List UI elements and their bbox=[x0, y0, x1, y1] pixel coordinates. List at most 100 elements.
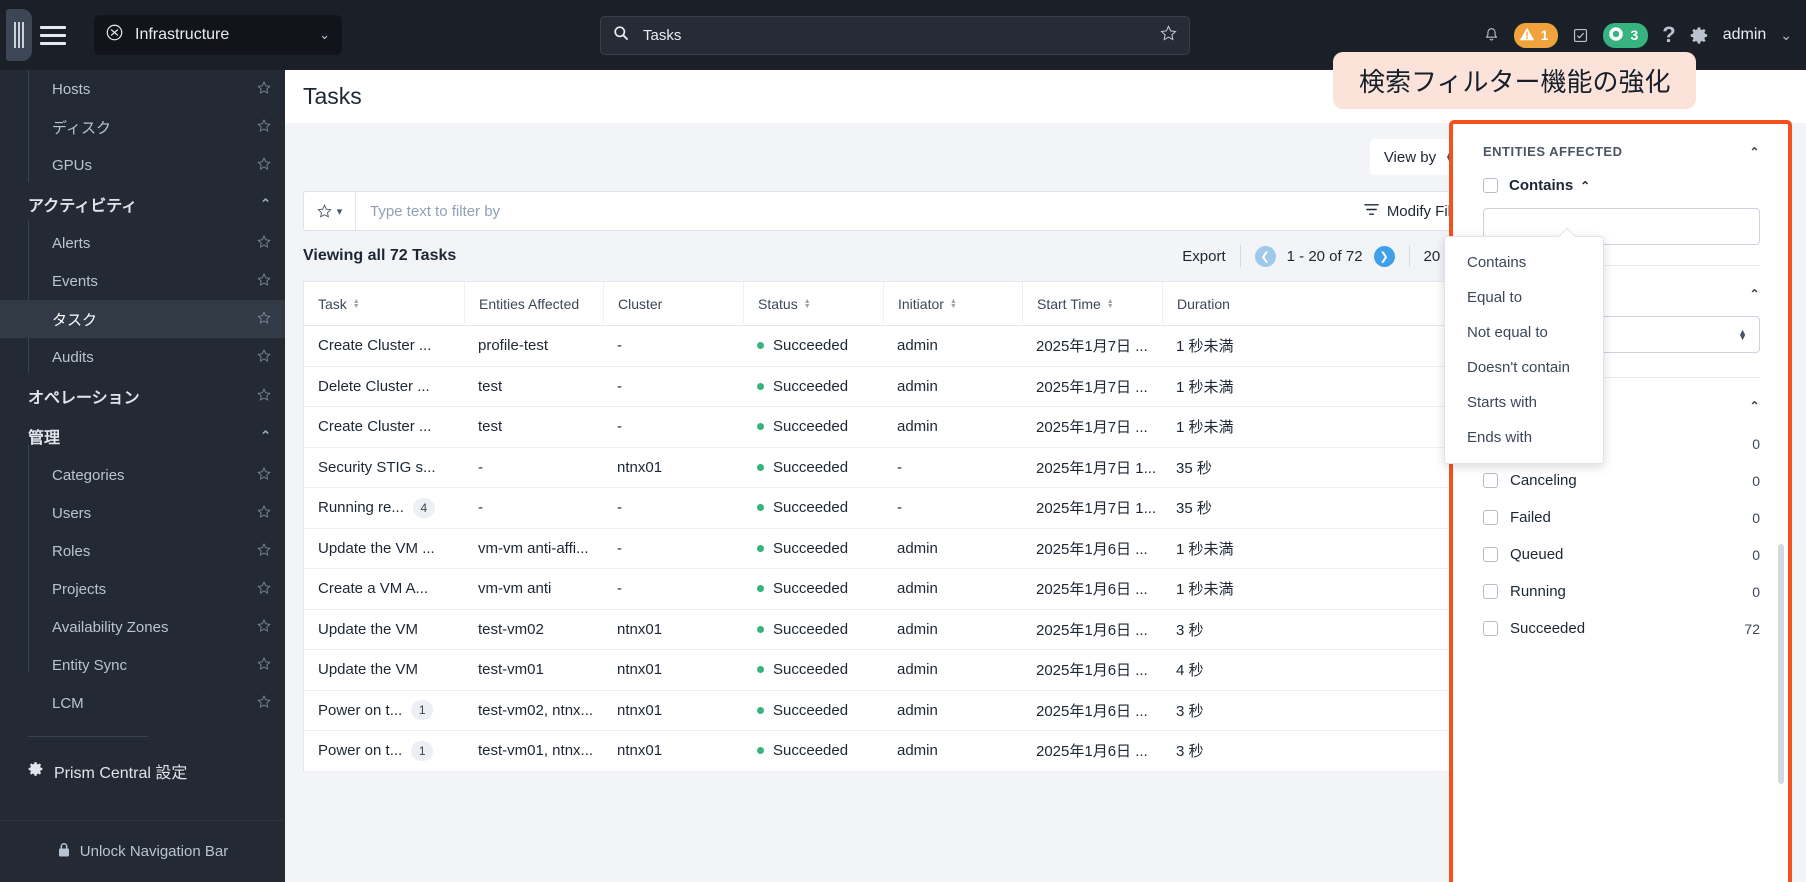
status-option-canceling[interactable]: Canceling 0 bbox=[1483, 464, 1760, 497]
column-header-entities-affected[interactable]: Entities Affected bbox=[464, 281, 603, 326]
nav-handle[interactable] bbox=[6, 9, 32, 61]
dropdown-option-contains[interactable]: Contains bbox=[1445, 245, 1603, 280]
cell-task[interactable]: Create Cluster ... bbox=[304, 418, 464, 435]
status-checkbox[interactable] bbox=[1483, 547, 1498, 562]
star-outline-icon[interactable] bbox=[257, 80, 271, 98]
cell-task[interactable]: Create Cluster ... bbox=[304, 337, 464, 354]
sidebar-item-hosts[interactable]: Hosts bbox=[0, 70, 285, 108]
star-outline-icon[interactable] bbox=[257, 387, 271, 405]
gear-icon[interactable] bbox=[1690, 26, 1709, 45]
sidebar-item-gpus[interactable]: GPUs bbox=[0, 146, 285, 184]
chevron-up-icon[interactable]: ⌃ bbox=[1749, 399, 1760, 413]
sidebar-item-projects[interactable]: Projects bbox=[0, 570, 285, 608]
sidebar-group-item-9[interactable]: 管理 ⌃ bbox=[0, 416, 285, 456]
table-row[interactable]: Power on t... 1 test-vm01, ntnx... ntnx01 Su… bbox=[304, 731, 1492, 772]
star-outline-icon[interactable] bbox=[257, 542, 271, 560]
bell-icon[interactable] bbox=[1483, 27, 1500, 44]
entities-affected-checkbox[interactable] bbox=[1483, 178, 1498, 193]
dropdown-option-doesn-t-contain[interactable]: Doesn't contain bbox=[1445, 350, 1603, 385]
global-search-bar[interactable]: Tasks bbox=[600, 16, 1190, 55]
star-outline-icon[interactable] bbox=[257, 580, 271, 598]
sidebar-group-item-3[interactable]: アクティビティ ⌃ bbox=[0, 184, 285, 224]
alert-badge[interactable]: 1 bbox=[1513, 22, 1559, 48]
chevron-right-icon[interactable]: ❯ bbox=[1373, 245, 1395, 267]
star-outline-icon[interactable] bbox=[257, 618, 271, 636]
sidebar-item-alerts[interactable]: Alerts bbox=[0, 224, 285, 262]
star-outline-icon[interactable] bbox=[257, 156, 271, 174]
star-outline-icon[interactable] bbox=[257, 466, 271, 484]
star-outline-icon[interactable] bbox=[257, 504, 271, 522]
cell-task[interactable]: Delete Cluster ... bbox=[304, 378, 464, 395]
star-outline-icon[interactable] bbox=[257, 272, 271, 290]
task-badge[interactable]: 3 bbox=[1603, 22, 1649, 48]
entities-operator-button[interactable]: Contains ⌃ bbox=[1509, 177, 1590, 194]
cell-task[interactable]: Running re... 4 bbox=[304, 497, 464, 518]
cell-task[interactable]: Create a VM A... bbox=[304, 580, 464, 597]
column-header-duration[interactable]: Duration bbox=[1162, 281, 1302, 326]
sidebar-item-categories[interactable]: Categories bbox=[0, 456, 285, 494]
status-checkbox[interactable] bbox=[1483, 510, 1498, 525]
chevron-up-icon[interactable]: ⌃ bbox=[1749, 145, 1760, 159]
saved-filters-button[interactable]: ▾ bbox=[304, 192, 356, 230]
status-option-queued[interactable]: Queued 0 bbox=[1483, 538, 1760, 571]
sidebar-item-users[interactable]: Users bbox=[0, 494, 285, 532]
column-header-start-time[interactable]: Start Time ▲ ▼ bbox=[1022, 281, 1162, 326]
column-header-task[interactable]: Task ▲ ▼ bbox=[304, 282, 464, 326]
filter-panel-scrollbar[interactable] bbox=[1778, 544, 1784, 784]
cell-task[interactable]: Security STIG s... bbox=[304, 459, 464, 476]
filter-text-input[interactable]: Type text to filter by bbox=[356, 203, 1348, 220]
sidebar-item-item-1[interactable]: ディスク bbox=[0, 108, 285, 146]
sidebar-item-roles[interactable]: Roles bbox=[0, 532, 285, 570]
dropdown-option-equal-to[interactable]: Equal to bbox=[1445, 280, 1603, 315]
star-outline-icon[interactable] bbox=[257, 348, 271, 366]
chevron-up-icon[interactable]: ⌃ bbox=[260, 196, 271, 212]
cell-task[interactable]: Update the VM ... bbox=[304, 540, 464, 557]
table-row[interactable]: Update the VM ... vm-vm anti-affi... - Succ… bbox=[304, 529, 1492, 569]
star-outline-icon[interactable] bbox=[1160, 24, 1177, 47]
table-row[interactable]: Update the VM test-vm01 ntnx01 Succeeded adm… bbox=[304, 650, 1492, 691]
chevron-left-icon[interactable]: ❮ bbox=[1254, 245, 1276, 267]
status-checkbox[interactable] bbox=[1483, 584, 1498, 599]
table-row[interactable]: Running re... 4 - - Succeeded - 2025年1月7日 1...… bbox=[304, 488, 1492, 529]
cell-task[interactable]: Power on t... 1 bbox=[304, 700, 464, 721]
chevron-up-icon[interactable]: ⌃ bbox=[260, 428, 271, 444]
sidebar-item-entity-sync[interactable]: Entity Sync bbox=[0, 646, 285, 684]
star-outline-icon[interactable] bbox=[257, 694, 271, 712]
chevron-up-icon[interactable]: ⌃ bbox=[1749, 287, 1760, 301]
dropdown-option-ends-with[interactable]: Ends with bbox=[1445, 420, 1603, 455]
column-header-initiator[interactable]: Initiator ▲ ▼ bbox=[883, 281, 1022, 326]
sidebar-item-item-6[interactable]: タスク bbox=[0, 300, 285, 338]
star-outline-icon[interactable] bbox=[257, 118, 271, 136]
table-row[interactable]: Security STIG s... - ntnx01 Succeeded - 2025年… bbox=[304, 448, 1492, 488]
task-checkbox-icon[interactable] bbox=[1572, 27, 1589, 44]
star-outline-icon[interactable] bbox=[257, 234, 271, 252]
status-checkbox[interactable] bbox=[1483, 473, 1498, 488]
status-option-succeeded[interactable]: Succeeded 72 bbox=[1483, 612, 1760, 645]
cell-task[interactable]: Power on t... 1 bbox=[304, 740, 464, 761]
dropdown-option-starts-with[interactable]: Starts with bbox=[1445, 385, 1603, 420]
table-row[interactable]: Power on t... 1 test-vm02, ntnx... ntnx01 Su… bbox=[304, 691, 1492, 731]
column-header-cluster[interactable]: Cluster bbox=[603, 281, 743, 326]
table-row[interactable]: Update the VM test-vm02 ntnx01 Succeeded adm… bbox=[304, 610, 1492, 650]
status-checkbox[interactable] bbox=[1483, 621, 1498, 636]
table-row[interactable]: Create a VM A... vm-vm anti - Succeeded admi… bbox=[304, 569, 1492, 610]
export-button[interactable]: Export bbox=[1182, 248, 1239, 265]
cell-task[interactable]: Update the VM bbox=[304, 621, 464, 638]
unlock-navigation-bar-button[interactable]: Unlock Navigation Bar bbox=[0, 820, 285, 882]
sidebar-group-item-8[interactable]: オペレーション bbox=[0, 376, 285, 416]
app-selector[interactable]: Infrastructure ⌄ bbox=[94, 15, 342, 55]
column-header-status[interactable]: Status ▲ ▼ bbox=[743, 281, 883, 326]
global-search-input[interactable]: Tasks bbox=[643, 27, 1160, 44]
cell-task[interactable]: Update the VM bbox=[304, 661, 464, 678]
sidebar-item-audits[interactable]: Audits bbox=[0, 338, 285, 376]
star-outline-icon[interactable] bbox=[257, 310, 271, 328]
dropdown-option-not-equal-to[interactable]: Not equal to bbox=[1445, 315, 1603, 350]
table-row[interactable]: Create Cluster ... test - Succeeded admin 202… bbox=[304, 407, 1492, 448]
sidebar-item-availability-zones[interactable]: Availability Zones bbox=[0, 608, 285, 646]
table-row[interactable]: Delete Cluster ... test - Succeeded admin 202… bbox=[304, 367, 1492, 407]
sidebar-item-lcm[interactable]: LCM bbox=[0, 684, 285, 722]
status-option-running[interactable]: Running 0 bbox=[1483, 575, 1760, 608]
help-icon[interactable]: ? bbox=[1662, 22, 1675, 48]
sidebar-item-prism-central-settings[interactable]: Prism Central 設定 bbox=[0, 737, 285, 783]
sidebar-item-events[interactable]: Events bbox=[0, 262, 285, 300]
